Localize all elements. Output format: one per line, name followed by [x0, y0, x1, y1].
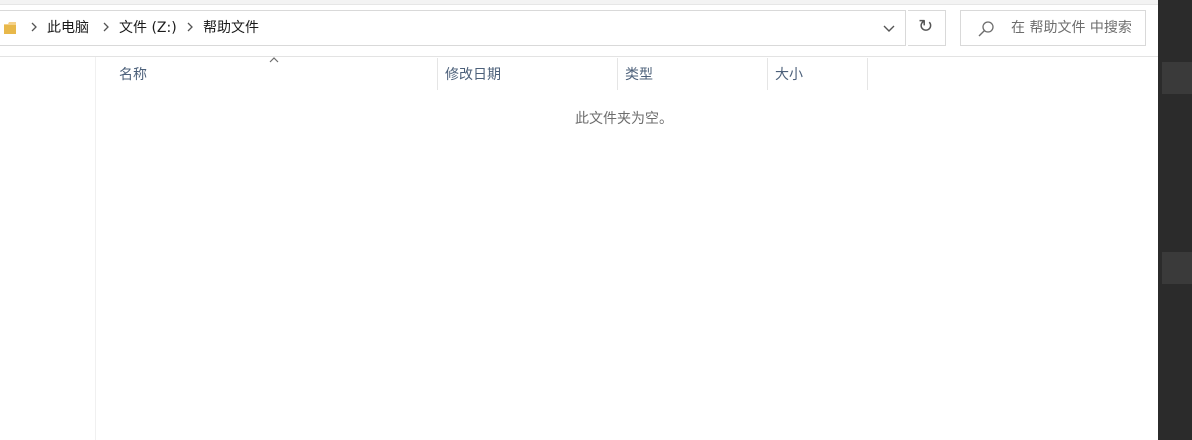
chevron-right-icon[interactable] — [101, 20, 111, 34]
column-header-type[interactable]: 类型 — [618, 58, 768, 90]
chevron-right-icon[interactable] — [29, 20, 39, 34]
search-placeholder: 在 帮助文件 中搜索 — [1011, 20, 1132, 36]
empty-folder-message: 此文件夹为空。 — [575, 111, 673, 127]
folder-icon — [4, 22, 16, 34]
refresh-button[interactable]: ↻ — [908, 10, 946, 46]
divider — [0, 56, 1158, 57]
address-bar[interactable]: 此电脑 文件 (Z:) 帮助文件 — [0, 10, 906, 46]
column-header-name[interactable]: 名称 — [111, 58, 438, 90]
refresh-icon: ↻ — [918, 16, 934, 37]
file-explorer-window: 此电脑 文件 (Z:) 帮助文件 ↻ 在 帮助文件 中搜索 名称 修改日期 类型 — [0, 0, 1158, 440]
column-header-label: 修改日期 — [445, 67, 501, 83]
panel-band — [1162, 252, 1192, 284]
search-icon — [978, 21, 994, 37]
ribbon-edge — [0, 0, 1158, 5]
chevron-down-icon[interactable] — [876, 19, 902, 39]
column-header-size[interactable]: 大小 — [768, 58, 868, 90]
breadcrumb-help-files[interactable]: 帮助文件 — [203, 19, 259, 37]
column-header-label: 类型 — [625, 67, 653, 83]
navigation-pane[interactable] — [0, 57, 96, 440]
panel-band — [1162, 62, 1192, 94]
column-header-date-modified[interactable]: 修改日期 — [438, 58, 618, 90]
column-header-label: 大小 — [775, 67, 803, 83]
breadcrumb-drive-z[interactable]: 文件 (Z:) — [119, 19, 177, 37]
breadcrumb-this-pc[interactable]: 此电脑 — [47, 19, 89, 37]
column-header-label: 名称 — [119, 67, 147, 83]
chevron-right-icon[interactable] — [185, 20, 195, 34]
search-box[interactable]: 在 帮助文件 中搜索 — [960, 10, 1146, 46]
adjacent-window-edge — [1158, 0, 1192, 440]
